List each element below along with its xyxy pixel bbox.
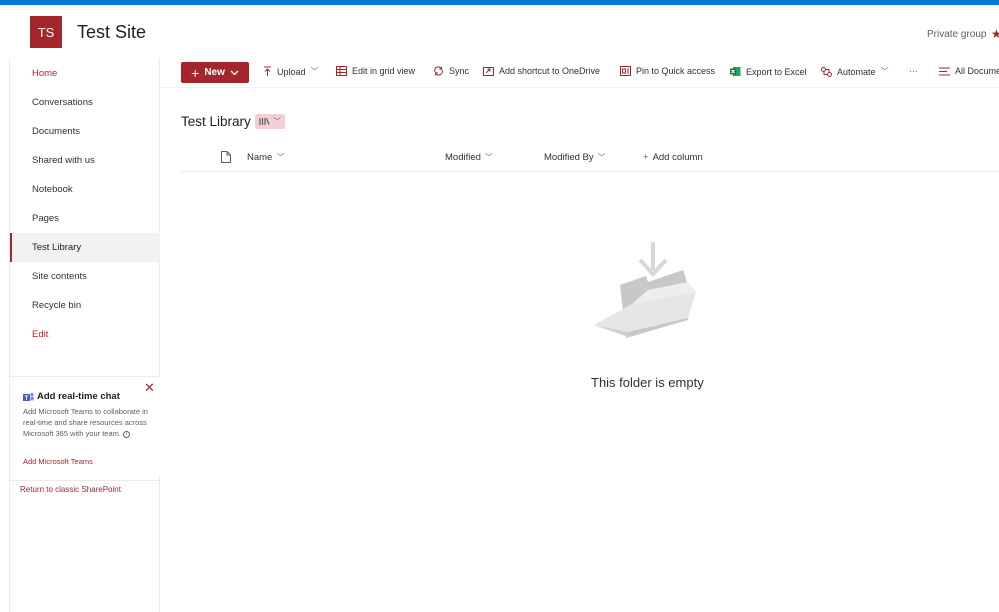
chevron-down-icon (230, 70, 239, 75)
add-column-label: Add column (652, 152, 703, 163)
column-header-modified-by[interactable]: Modified By ﹀ (544, 152, 606, 163)
file-type-icon[interactable] (221, 151, 231, 163)
add-shortcut-label: Add shortcut to OneDrive (499, 66, 601, 76)
chevron-down-icon: ﹀ (276, 153, 285, 162)
plus-icon: + (643, 152, 649, 163)
nav-item-shared-with-us[interactable]: Shared with us (10, 146, 160, 175)
library-icon (259, 118, 270, 125)
group-type-label: Private group (927, 29, 987, 40)
nav-item-edit[interactable]: Edit (10, 320, 160, 349)
nav-item-home[interactable]: Home (10, 59, 160, 88)
library-view-switcher[interactable]: ﹀ (255, 114, 285, 129)
teams-icon: T (23, 392, 34, 402)
column-header-modified[interactable]: Modified ﹀ (445, 152, 493, 163)
return-to-classic-link[interactable]: Return to classic SharePoint (20, 485, 121, 494)
column-modified-by-label: Modified By (544, 152, 594, 163)
automate-label: Automate (837, 66, 876, 77)
close-icon[interactable]: ✕ (144, 380, 155, 396)
add-column-button[interactable]: + Add column (643, 152, 703, 163)
shortcut-icon (483, 67, 494, 76)
add-microsoft-teams-link[interactable]: Add Microsoft Teams (23, 457, 93, 466)
command-bar: + New Upload ﹀ Edit in grid view Sync Ad… (160, 58, 999, 88)
info-icon[interactable]: i (122, 431, 130, 438)
column-name-label: Name (247, 152, 273, 163)
automate-icon (821, 66, 832, 77)
chevron-down-icon: ﹀ (880, 67, 889, 76)
teams-chat-card: ✕ T Add real-time chat Add Microsoft Tea… (10, 376, 160, 475)
chevron-down-icon: ﹀ (273, 117, 281, 126)
edit-grid-view-button[interactable]: Edit in grid view (336, 66, 415, 76)
new-button[interactable]: + New (181, 62, 249, 83)
grid-icon (336, 66, 347, 76)
left-navigation: Home Conversations Documents Shared with… (9, 58, 160, 612)
more-options-button[interactable]: ··· (909, 66, 918, 76)
svg-text:T: T (25, 396, 29, 402)
list-view-icon (939, 67, 950, 75)
sync-icon (434, 66, 443, 76)
chevron-down-icon: ﹀ (597, 153, 606, 162)
pin-quick-access-button[interactable]: Pin to Quick access (620, 66, 715, 76)
nav-item-pages[interactable]: Pages (10, 204, 160, 233)
site-logo[interactable]: TS (30, 16, 62, 48)
export-label: Export to Excel (746, 66, 807, 77)
upload-button[interactable]: Upload ﹀ (263, 66, 319, 77)
follow-star-icon[interactable]: ★ (991, 27, 999, 41)
site-header: TS Test Site Private group ★ (0, 5, 999, 58)
view-selector-button[interactable]: All Documents (939, 66, 999, 76)
chevron-down-icon: ﹀ (484, 153, 493, 162)
column-modified-label: Modified (445, 152, 481, 163)
view-selector-label: All Documents (955, 66, 999, 76)
chat-card-description: Add Microsoft Teams to collaborate in re… (23, 407, 148, 438)
nav-item-conversations[interactable]: Conversations (10, 88, 160, 117)
new-button-label: New (204, 67, 225, 78)
sync-button[interactable]: Sync (433, 66, 469, 76)
nav-divider (10, 480, 160, 481)
list-header-row: Name ﹀ Modified ﹀ Modified By ﹀ + Add column (181, 145, 999, 172)
chat-card-title: Add real-time chat (37, 391, 120, 402)
nav-item-recycle-bin[interactable]: Recycle bin (10, 291, 160, 320)
plus-icon: + (191, 64, 200, 81)
add-shortcut-button[interactable]: Add shortcut to OneDrive (483, 66, 600, 76)
empty-folder-message: This folder is empty (591, 375, 704, 390)
upload-label: Upload (277, 66, 306, 77)
nav-item-test-library[interactable]: Test Library (10, 233, 160, 262)
nav-item-documents[interactable]: Documents (10, 117, 160, 146)
empty-folder-illustration (594, 242, 696, 338)
pin-icon (620, 66, 631, 76)
sync-label: Sync (449, 66, 470, 76)
nav-item-notebook[interactable]: Notebook (10, 175, 160, 204)
nav-item-site-contents[interactable]: Site contents (10, 262, 160, 291)
automate-button[interactable]: Automate ﹀ (821, 66, 889, 77)
column-header-name[interactable]: Name ﹀ (247, 152, 284, 163)
pin-label: Pin to Quick access (636, 66, 716, 76)
grid-view-label: Edit in grid view (352, 66, 416, 76)
site-title[interactable]: Test Site (77, 22, 146, 43)
upload-icon (264, 66, 271, 76)
library-title: Test Library (181, 114, 251, 129)
excel-icon (730, 67, 741, 76)
chevron-down-icon: ﹀ (310, 67, 319, 76)
export-excel-button[interactable]: Export to Excel (730, 66, 807, 77)
